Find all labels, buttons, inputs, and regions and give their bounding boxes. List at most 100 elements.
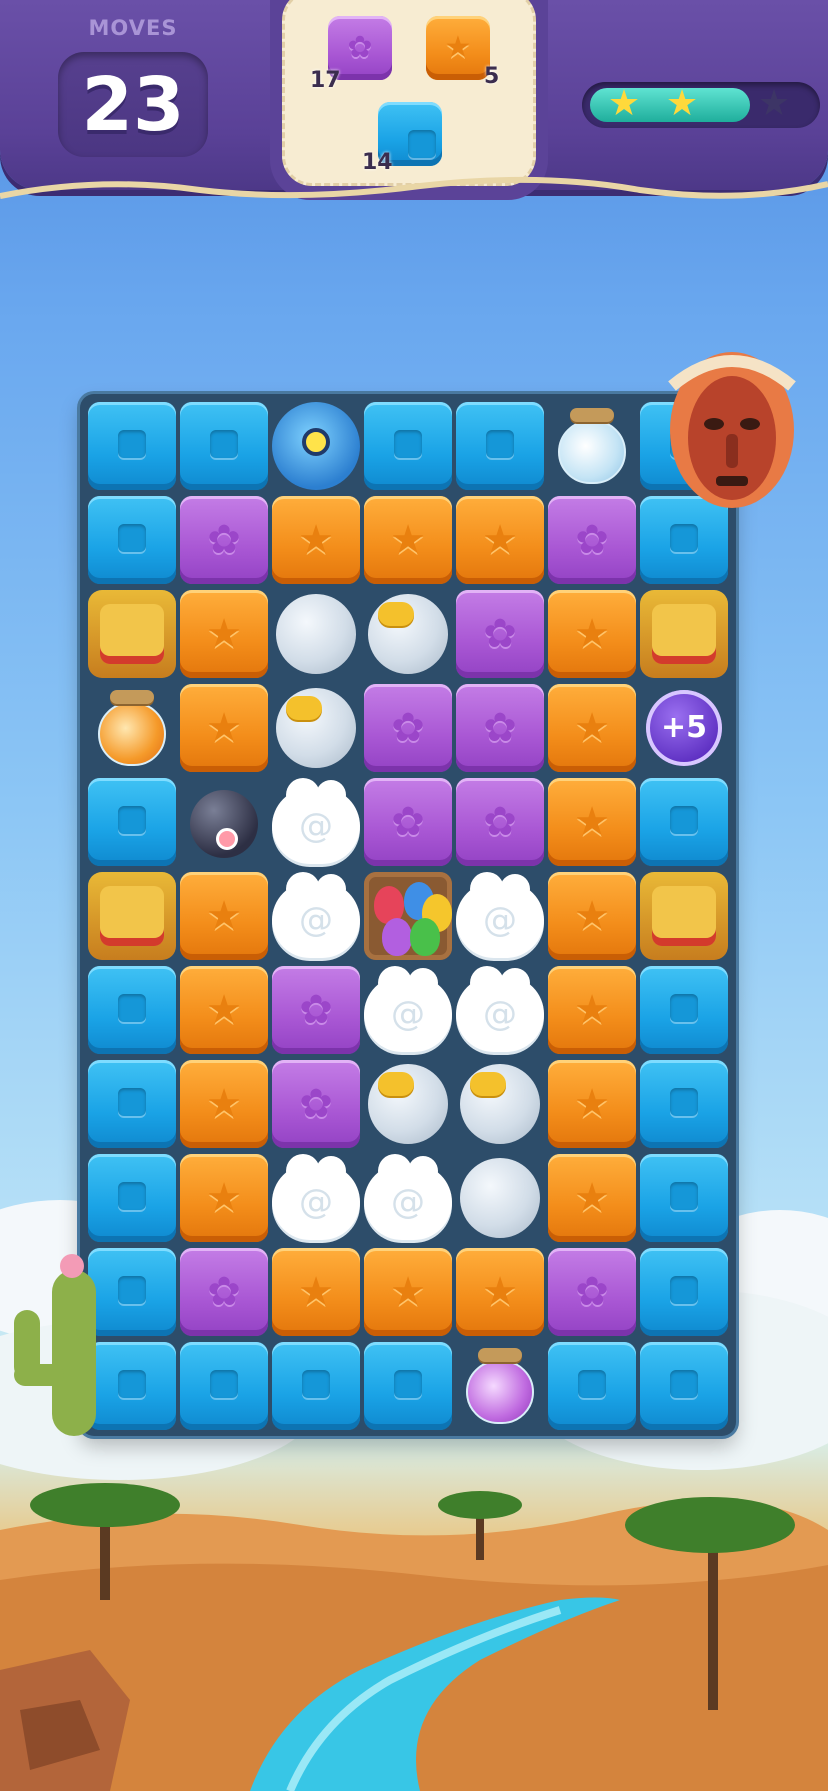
board-cell-purple-flower-cube[interactable]: ✿: [456, 778, 544, 866]
board-cell-glass-jar[interactable]: [88, 684, 176, 772]
board-cell-blue-square-cube[interactable]: [180, 1342, 268, 1430]
board-cell-orange-star-cube[interactable]: ★: [180, 1060, 268, 1148]
star-icon: ★: [574, 799, 610, 845]
star-icon: ★: [574, 705, 610, 751]
board-cell-orange-star-cube[interactable]: ★: [548, 1060, 636, 1148]
jar-lid: [110, 690, 154, 704]
board-cell-orange-star-cube[interactable]: ★: [548, 1154, 636, 1242]
board-cell-orange-star-cube[interactable]: ★: [180, 1154, 268, 1242]
board-cell-cloud-blocker[interactable]: @: [272, 1154, 360, 1240]
board-cell-orange-star-cube[interactable]: ★: [272, 496, 360, 584]
board-cell-purple-flower-cube[interactable]: ✿: [364, 684, 452, 772]
bomb-dot: [216, 828, 238, 850]
board-cell-blue-square-cube[interactable]: [364, 1342, 452, 1430]
board-cell-blue-square-cube[interactable]: [88, 496, 176, 584]
board-cell-purple-flower-cube[interactable]: ✿: [272, 1060, 360, 1148]
star-icon: ★: [206, 1175, 242, 1221]
board-cell-orange-star-cube[interactable]: ★: [548, 966, 636, 1054]
bomb-icon: [190, 790, 258, 858]
tiki-mask-icon: [100, 604, 164, 664]
board-cell-orange-star-cube[interactable]: ★: [272, 1248, 360, 1336]
board-cell-cloud-blocker[interactable]: @: [272, 872, 360, 958]
swirl-icon: @: [299, 1182, 333, 1222]
board-cell-glass-jar[interactable]: [456, 1342, 544, 1430]
swirl-icon: @: [483, 900, 517, 940]
board-cell-tiki-mask[interactable]: [88, 590, 176, 678]
board-cell-blue-square-cube[interactable]: [180, 402, 268, 490]
board-cell-cloud-blocker[interactable]: @: [456, 872, 544, 958]
board-cell-blue-square-cube[interactable]: [640, 778, 728, 866]
board-cell-blue-square-cube[interactable]: [548, 1342, 636, 1430]
board-cell-cloud-blocker[interactable]: @: [456, 966, 544, 1052]
board-cell-purple-flower-cube[interactable]: ✿: [180, 496, 268, 584]
board-cell-orange-star-cube[interactable]: ★: [364, 1248, 452, 1336]
rope-decoration: [0, 176, 828, 199]
board-cell-bomb[interactable]: [180, 778, 268, 866]
board-cell-balloon-with-ribbon[interactable]: [368, 594, 448, 674]
star-icon: ★: [482, 517, 518, 563]
board-cell-glass-jar[interactable]: [548, 402, 636, 490]
star-icon: ★: [390, 1269, 426, 1315]
board-cell-balloon-with-ribbon[interactable]: [368, 1064, 448, 1144]
board-cell-balloon[interactable]: [276, 594, 356, 674]
board-cell-blue-square-cube[interactable]: [640, 966, 728, 1054]
board-cell-blue-square-cube[interactable]: [640, 1060, 728, 1148]
board-cell-purple-flower-cube[interactable]: ✿: [456, 590, 544, 678]
flower-icon: ✿: [391, 705, 425, 751]
board-cell-cloud-blocker[interactable]: @: [272, 778, 360, 864]
board-cell-orange-star-cube[interactable]: ★: [180, 966, 268, 1054]
board-cell-orange-star-cube[interactable]: ★: [456, 1248, 544, 1336]
board-cell-orange-star-cube[interactable]: ★: [548, 872, 636, 960]
board-cell-orange-star-cube[interactable]: ★: [456, 496, 544, 584]
board-cell-plus5-booster[interactable]: +5: [640, 684, 728, 772]
egg-icon: [382, 918, 412, 956]
savanna-ground: [0, 1483, 828, 1791]
flower-icon: ✿: [483, 611, 517, 657]
board-cell-blue-square-cube[interactable]: [640, 1342, 728, 1430]
board-cell-blue-square-cube[interactable]: [272, 1342, 360, 1430]
board-cell-tiki-mask[interactable]: [88, 872, 176, 960]
board-cell-blue-square-cube[interactable]: [640, 1154, 728, 1242]
board-cell-tiki-mask[interactable]: [640, 590, 728, 678]
board-cell-balloon-with-ribbon[interactable]: [276, 688, 356, 768]
board-cell-tiki-mask[interactable]: [640, 872, 728, 960]
board-cell-blue-square-cube[interactable]: [364, 402, 452, 490]
board-cell-blue-square-cube[interactable]: [88, 966, 176, 1054]
jar-lid: [478, 1348, 522, 1362]
star-icon: ★: [206, 893, 242, 939]
plus5-booster[interactable]: +5: [646, 690, 722, 766]
board-cell-purple-flower-cube[interactable]: ✿: [548, 1248, 636, 1336]
board-cell-blue-square-cube[interactable]: [640, 1248, 728, 1336]
board-cell-balloon-with-ribbon[interactable]: [460, 1064, 540, 1144]
board-cell-blue-square-cube[interactable]: [88, 778, 176, 866]
board-cell-orange-star-cube[interactable]: ★: [180, 684, 268, 772]
board-cell-monster-egg[interactable]: [272, 402, 360, 490]
board-cell-blue-square-cube[interactable]: [88, 1154, 176, 1242]
flower-icon: ✿: [207, 517, 241, 563]
board-cell-purple-flower-cube[interactable]: ✿: [548, 496, 636, 584]
board-cell-blue-square-cube[interactable]: [88, 1060, 176, 1148]
board-cell-purple-flower-cube[interactable]: ✿: [272, 966, 360, 1054]
board-cell-blue-square-cube[interactable]: [88, 402, 176, 490]
board-cell-purple-flower-cube[interactable]: ✿: [180, 1248, 268, 1336]
tiki-mask-icon: [652, 886, 716, 946]
swirl-icon: @: [483, 994, 517, 1034]
board-cell-orange-star-cube[interactable]: ★: [364, 496, 452, 584]
board-cell-orange-star-cube[interactable]: ★: [180, 872, 268, 960]
board-cell-egg-basket[interactable]: [364, 872, 452, 960]
egg-icon: [410, 918, 440, 956]
board-cell-purple-flower-cube[interactable]: ✿: [364, 778, 452, 866]
swirl-icon: @: [299, 900, 333, 940]
board-cell-cloud-blocker[interactable]: @: [364, 1154, 452, 1240]
jar-icon: [98, 702, 166, 766]
board-cell-orange-star-cube[interactable]: ★: [548, 590, 636, 678]
flower-icon: ✿: [483, 705, 517, 751]
board-cell-blue-square-cube[interactable]: [456, 402, 544, 490]
goal-orange-count: 5: [484, 64, 500, 89]
board-cell-cloud-blocker[interactable]: @: [364, 966, 452, 1052]
board-cell-orange-star-cube[interactable]: ★: [548, 778, 636, 866]
board-cell-balloon[interactable]: [460, 1158, 540, 1238]
board-cell-orange-star-cube[interactable]: ★: [548, 684, 636, 772]
board-cell-orange-star-cube[interactable]: ★: [180, 590, 268, 678]
board-cell-purple-flower-cube[interactable]: ✿: [456, 684, 544, 772]
